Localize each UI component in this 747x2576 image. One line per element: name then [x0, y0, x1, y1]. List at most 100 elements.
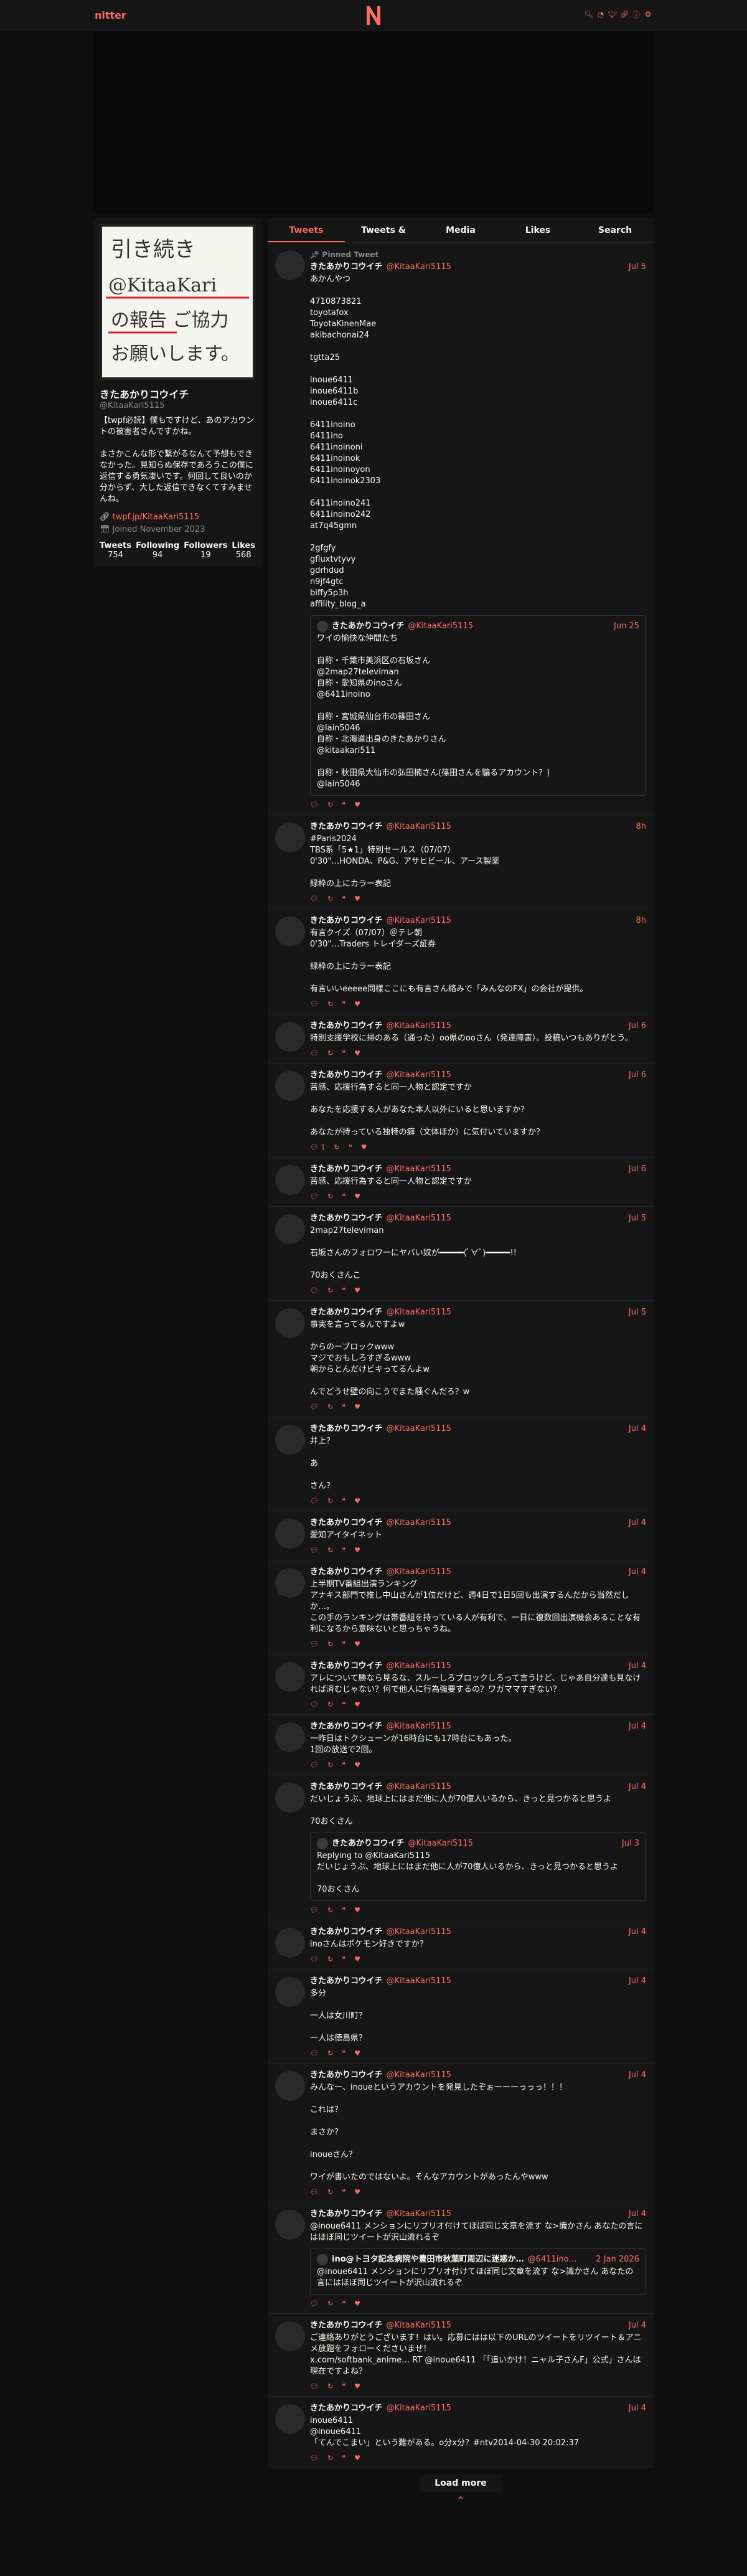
comment-icon[interactable]: 💬︎ [310, 1905, 319, 1916]
quote-icon[interactable]: ❝ [342, 1285, 345, 1296]
quote-icon[interactable]: ❝ [342, 1699, 345, 1710]
quote-icon[interactable]: ❝ [342, 1639, 345, 1650]
tweet[interactable]: きたあかりコウイチ @KitaaKari5115 Jul 5 2map27televi… [268, 1207, 654, 1301]
tab-likes[interactable]: Likes [499, 218, 576, 242]
tweet-date[interactable]: 8h [636, 915, 646, 927]
comment-icon[interactable]: 💬︎ [310, 2298, 319, 2309]
tab-tweets-replies[interactable]: Tweets & Replies [345, 218, 422, 260]
tweet[interactable]: きたあかりコウイチ @KitaaKari5115 8h 有言クイズ（07/07）＠テレ… [268, 909, 654, 1014]
quote-icon[interactable]: ❝ [342, 1954, 345, 1965]
stat-following[interactable]: Following 94 [136, 541, 179, 560]
tweet-avatar[interactable] [275, 1568, 305, 1598]
retweet-icon[interactable]: ↻ [327, 1699, 333, 1710]
quoted-tweet[interactable]: ino@トヨタ記念病院や豊田市秋葉町周辺に迷惑か… @6411ino… 2 Jan … [310, 2248, 646, 2295]
quote-date[interactable]: Jul 3 [622, 1838, 639, 1849]
heart-icon[interactable]: ♥ [354, 1699, 360, 1710]
tweet-author-username[interactable]: @KitaaKari5115 [386, 1781, 451, 1793]
tweet-author-name[interactable]: きたあかりコウイチ [310, 1307, 382, 1318]
retweet-icon[interactable]: ↻ [327, 1954, 333, 1965]
heart-icon[interactable]: ♥ [354, 1191, 360, 1202]
heart-icon[interactable]: ♥ [354, 1954, 360, 1965]
comment-icon[interactable]: 💬︎ [310, 999, 319, 1010]
tweet-author-name[interactable]: きたあかりコウイチ [310, 1423, 382, 1435]
comment-icon[interactable]: 💬︎ [310, 1545, 319, 1556]
tweet-date[interactable]: Jul 4 [629, 2320, 646, 2331]
quote-date[interactable]: Jun 25 [614, 621, 639, 632]
tweet-author-username[interactable]: @KitaaKari5115 [386, 1567, 451, 1578]
tweet-date[interactable]: Jul 4 [629, 2403, 646, 2414]
comment-icon[interactable]: 💬︎ [310, 800, 319, 811]
tweet-avatar[interactable] [275, 250, 305, 280]
tweet-author-username[interactable]: @KitaaKari5115 [386, 1517, 451, 1529]
tweet-author-username[interactable]: @KitaaKari5115 [386, 1164, 451, 1175]
quote-icon[interactable]: ❝ [342, 2048, 345, 2059]
quote-icon[interactable]: ❝ [342, 1048, 345, 1059]
profile-banner[interactable] [93, 31, 654, 213]
retweet-icon[interactable]: ↻ [327, 999, 333, 1010]
tweet-author-name[interactable]: きたあかりコウイチ [310, 1567, 382, 1578]
tweet-avatar[interactable] [275, 1783, 305, 1813]
stat-tweets[interactable]: Tweets 754 [100, 541, 131, 560]
tweet[interactable]: きたあかりコウイチ @KitaaKari5115 Jul 4 上半期TV番組出演ランキ… [268, 1560, 654, 1654]
quote-icon[interactable]: ❝ [342, 800, 345, 811]
tweet-avatar[interactable] [275, 1425, 305, 1455]
retweet-icon[interactable]: ↻ [327, 2453, 333, 2464]
tweet[interactable]: きたあかりコウイチ @KitaaKari5115 Jul 4 だいじょうぶ、地球上には… [268, 1775, 654, 1920]
tweet-author-username[interactable]: @KitaaKari5115 [386, 1423, 451, 1435]
heart-icon[interactable]: ♥ [354, 800, 360, 811]
heart-icon[interactable]: ♥ [354, 2048, 360, 2059]
tweet[interactable]: きたあかりコウイチ @KitaaKari5115 8h #Paris2024 TBS系… [268, 815, 654, 909]
heart-icon[interactable]: ♥ [354, 1048, 360, 1059]
tweet-date[interactable]: Jul 5 [629, 1307, 646, 1318]
quote-icon[interactable]: ❝ [342, 1191, 345, 1202]
tweet[interactable]: きたあかりコウイチ @KitaaKari5115 Jul 4 inoue6411 @i… [268, 2397, 654, 2468]
stat-likes[interactable]: Likes 568 [232, 541, 255, 560]
quote-icon[interactable]: ❝ [349, 1142, 352, 1153]
heart-icon[interactable]: ♥ [354, 894, 360, 905]
tweet-date[interactable]: Jul 4 [629, 1567, 646, 1578]
retweet-icon[interactable]: ↻ [327, 1496, 333, 1507]
retweet-icon[interactable]: ↻ [327, 1905, 333, 1916]
tweet-author-username[interactable]: @KitaaKari5115 [386, 1927, 451, 1938]
retweet-icon[interactable]: ↻ [327, 1191, 333, 1202]
twitter-icon[interactable]: 🐦︎ [608, 10, 617, 19]
tweet-avatar[interactable] [275, 2321, 305, 2351]
search-icon[interactable]: 🔍︎ [584, 10, 593, 19]
tweet-author-name[interactable]: きたあかりコウイチ [310, 2320, 382, 2331]
tweet-author-name[interactable]: きたあかりコウイチ [310, 1781, 382, 1793]
tweet-date[interactable]: Jul 6 [629, 1021, 646, 1032]
tweet-avatar[interactable] [275, 1071, 305, 1101]
quote-author-username[interactable]: @KitaaKari5115 [408, 621, 472, 632]
profile-avatar[interactable]: 引き続き @KitaaKari の報告 ご協力 お願いします。 [100, 224, 255, 380]
quote-icon[interactable]: ❝ [342, 1760, 345, 1771]
tweet-date[interactable]: Jul 4 [629, 1976, 646, 1987]
tweet-author-username[interactable]: @KitaaKari5115 [386, 2070, 451, 2081]
tweet-author-name[interactable]: きたあかりコウイチ [310, 2403, 382, 2414]
tweet-author-username[interactable]: @KitaaKari5115 [386, 2209, 451, 2220]
tweet-date[interactable]: Jul 4 [629, 1721, 646, 1732]
retweet-icon[interactable]: ↻ [327, 1545, 333, 1556]
comment-icon[interactable]: 💬︎ [310, 1402, 319, 1413]
retweet-icon[interactable]: ↻ [327, 800, 333, 811]
comment-icon[interactable]: 💬︎ [310, 1954, 319, 1965]
retweet-icon[interactable]: ↻ [327, 2048, 333, 2059]
tweet[interactable]: きたあかりコウイチ @KitaaKari5115 Jul 6 苦感、応援行為すると同一… [268, 1158, 654, 1207]
comment-icon[interactable]: 💬︎ [310, 1699, 319, 1710]
comment-icon[interactable]: 💬︎ [310, 1048, 319, 1059]
tweet-date[interactable]: 8h [636, 821, 646, 833]
heart-icon[interactable]: ♥ [354, 1760, 360, 1771]
heart-icon[interactable]: ♥ [354, 2453, 360, 2464]
tweet-author-name[interactable]: きたあかりコウイチ [310, 262, 382, 273]
tweet-date[interactable]: Jul 4 [629, 1661, 646, 1672]
tweet[interactable]: きたあかりコウイチ @KitaaKari5115 Jul 4 一昨日はトクシューンが1… [268, 1715, 654, 1775]
back-to-top-icon[interactable]: ⌃ [268, 2494, 654, 2506]
tweet-author-name[interactable]: きたあかりコウイチ [310, 1021, 382, 1032]
tab-search[interactable]: Search [576, 218, 654, 242]
tweet-avatar[interactable] [275, 2404, 305, 2434]
heart-icon[interactable]: ♥ [354, 1905, 360, 1916]
tweet-author-username[interactable]: @KitaaKari5115 [386, 2320, 451, 2331]
tweet-avatar[interactable] [275, 2210, 305, 2240]
heart-icon[interactable]: ♥ [361, 1142, 367, 1153]
tab-tweets[interactable]: Tweets [268, 218, 345, 242]
tweet[interactable]: きたあかりコウイチ @KitaaKari5115 Jul 4 ご連絡ありがとうございま… [268, 2314, 654, 2397]
